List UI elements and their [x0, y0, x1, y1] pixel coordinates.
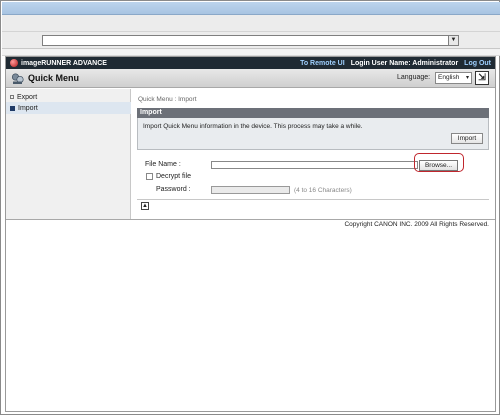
password-label: Password : [156, 186, 191, 193]
browse-button[interactable]: Browse... [419, 160, 458, 171]
address-dropdown-icon[interactable]: ▼ [448, 35, 459, 46]
main-content: Quick Menu : Import Import Import Quick … [132, 89, 495, 219]
language-apply-button[interactable]: ⇲ [475, 71, 489, 85]
brand-logo-icon [10, 59, 18, 67]
divider [137, 199, 489, 200]
brand-name: imageRUNNER ADVANCE [21, 59, 107, 67]
browser-window: ▼ imageRUNNER ADVANCE To Remote UI Login… [0, 0, 500, 415]
section-header: Import [137, 108, 489, 118]
top-bar: imageRUNNER ADVANCE To Remote UI Login U… [6, 57, 495, 69]
breadcrumb: Quick Menu : Import [138, 96, 197, 103]
quick-menu-icon [11, 73, 24, 84]
sidebar-item-label: Export [17, 93, 38, 101]
import-description: Import Quick Menu information in the dev… [143, 123, 363, 130]
password-input[interactable] [211, 186, 290, 194]
to-remote-ui-link[interactable]: To Remote UI [300, 60, 345, 67]
import-button[interactable]: Import [451, 133, 483, 144]
page-title: Quick Menu [28, 73, 80, 83]
header-bar: Quick Menu Language: English ▾ ⇲ [6, 69, 495, 88]
language-select[interactable]: English ▾ [435, 72, 472, 84]
sidebar-item-label: Import [18, 104, 38, 112]
browser-strip [2, 49, 500, 56]
remote-ui-page: imageRUNNER ADVANCE To Remote UI Login U… [5, 56, 496, 412]
language-label: Language: [397, 74, 431, 81]
title-bar [2, 2, 500, 15]
import-panel: Import Quick Menu information in the dev… [137, 118, 489, 150]
address-input[interactable] [42, 35, 459, 46]
back-to-top-icon[interactable]: ▲ [141, 202, 149, 210]
bullet-active-icon [10, 105, 15, 111]
file-name-input[interactable] [211, 161, 418, 169]
top-nav: To Remote UI Login User Name: Administra… [300, 58, 491, 68]
copyright: Copyright CANON INC. 2009 All Rights Res… [344, 221, 489, 228]
log-out-link[interactable]: Log Out [464, 60, 491, 67]
decrypt-file-label: Decrypt file [156, 173, 192, 180]
brand: imageRUNNER ADVANCE [10, 58, 107, 68]
footer-divider [6, 219, 495, 220]
address-bar: ▼ [2, 32, 500, 49]
chevron-down-icon: ▾ [465, 75, 469, 81]
login-user-name: Login User Name: Administrator [350, 59, 459, 67]
browser-toolbar [2, 15, 500, 32]
file-name-label: File Name : [145, 161, 181, 168]
sidebar: Export Import [6, 89, 131, 219]
password-hint: (4 to 16 Characters) [294, 187, 352, 194]
decrypt-file-checkbox[interactable] [146, 173, 153, 180]
language-value: English [438, 74, 460, 81]
sidebar-item-import[interactable]: Import [6, 102, 131, 114]
bullet-icon [10, 95, 14, 99]
